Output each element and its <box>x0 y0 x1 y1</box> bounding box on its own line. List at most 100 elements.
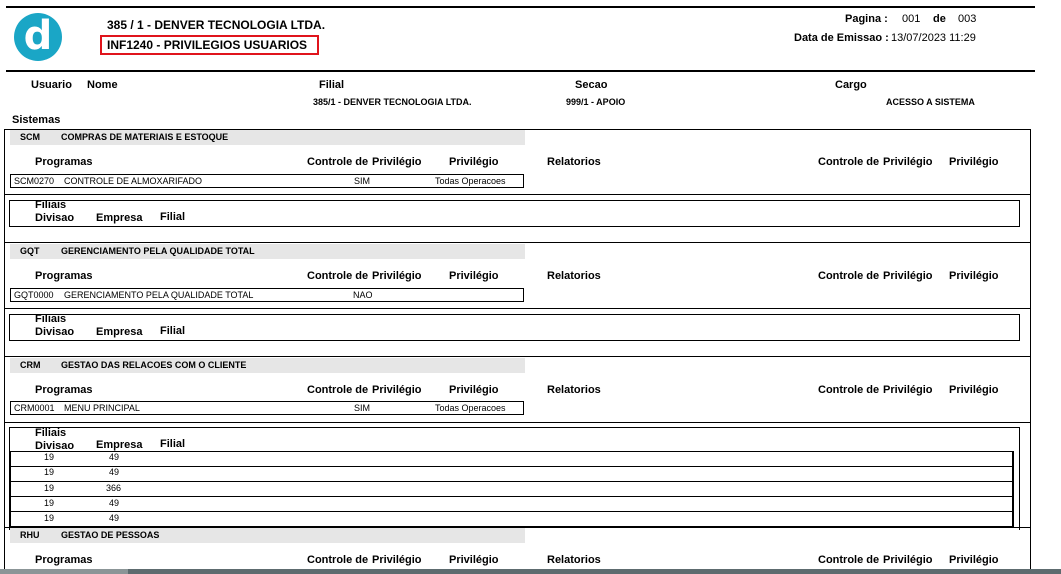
privilegio-header: Privilégio <box>883 270 933 282</box>
system-rule <box>4 242 1031 243</box>
filial-divisao: 19 <box>44 513 55 523</box>
emissao-label: Data de Emissao : <box>794 32 889 44</box>
report-title: INF1240 - PRIVILEGIOS USUARIOS <box>107 38 308 52</box>
programas-header: Programas <box>35 554 93 566</box>
privilegio-header: Privilégio <box>449 270 499 282</box>
privilegio-header: Privilégio <box>372 156 422 168</box>
system-code: SCM <box>20 132 40 142</box>
controle-header: Controle de <box>307 156 369 168</box>
filiais-table-right <box>1013 451 1014 528</box>
section-rule <box>4 194 1031 195</box>
divisao-label: Divisao <box>35 212 75 224</box>
system-right-edge <box>1030 129 1031 569</box>
filial-label: Filial <box>160 211 186 223</box>
controle-header: Controle de <box>307 384 369 396</box>
empresa-label: Empresa <box>96 326 143 338</box>
pagina-total: 003 <box>958 13 977 25</box>
system-name: COMPRAS DE MATERIAIS E ESTOQUE <box>61 132 229 142</box>
program-controle: SIM <box>354 403 371 413</box>
filial-row <box>10 452 1013 467</box>
programas-header: Programas <box>35 270 93 282</box>
col-cargo: Cargo <box>835 79 867 91</box>
program-code: CRM0001 <box>14 403 55 413</box>
logo-letter: d <box>23 13 53 59</box>
controle-header: Controle de <box>818 384 880 396</box>
system-rule <box>4 356 1031 357</box>
filiais-label: Filiais <box>35 199 67 211</box>
program-controle: SIM <box>354 176 371 186</box>
user-secao: 999/1 - APOIO <box>566 97 626 107</box>
system-name: GESTAO DE PESSOAS <box>61 530 160 540</box>
emissao-value: 13/07/2023 11:29 <box>891 32 976 44</box>
pagina-label: Pagina : <box>845 13 888 25</box>
program-name: CONTROLE DE ALMOXARIFADO <box>64 176 203 186</box>
program-name: GERENCIAMENTO PELA QUALIDADE TOTAL <box>64 290 254 300</box>
filial-empresa: 49 <box>109 452 120 462</box>
relatorios-header: Relatorios <box>547 384 601 396</box>
system-code: RHU <box>20 530 40 540</box>
privilegio-header: Privilégio <box>949 270 999 282</box>
empresa-label: Empresa <box>96 212 143 224</box>
filial-row <box>10 512 1013 527</box>
filial-empresa: 49 <box>109 467 120 477</box>
col-nome: Nome <box>87 79 118 91</box>
filial-empresa: 49 <box>109 498 120 508</box>
section-rule <box>4 308 1031 309</box>
privilegio-header: Privilégio <box>372 384 422 396</box>
filiais-label: Filiais <box>35 427 67 439</box>
relatorios-header: Relatorios <box>547 156 601 168</box>
privilegio-header: Privilégio <box>449 554 499 566</box>
filial-divisao: 19 <box>44 498 55 508</box>
privilegio-header: Privilégio <box>949 156 999 168</box>
relatorios-header: Relatorios <box>547 554 601 566</box>
company-logo: d <box>14 13 62 61</box>
privilegio-header: Privilégio <box>449 156 499 168</box>
controle-header: Controle de <box>307 270 369 282</box>
filial-label: Filial <box>160 325 186 337</box>
programas-header: Programas <box>35 384 93 396</box>
col-usuario: Usuario <box>31 79 72 91</box>
filial-row <box>10 497 1013 512</box>
filial-row <box>10 482 1013 497</box>
programas-header: Programas <box>35 156 93 168</box>
controle-header: Controle de <box>818 270 880 282</box>
viewer-bottom-bar <box>0 569 1061 574</box>
controle-header: Controle de <box>818 156 880 168</box>
controle-header: Controle de <box>818 554 880 566</box>
filial-divisao: 19 <box>44 483 55 493</box>
program-privilegio: Todas Operacoes <box>435 403 506 413</box>
system-name: GESTAO DAS RELACOES COM O CLIENTE <box>61 360 247 370</box>
divisao-label: Divisao <box>35 326 75 338</box>
privilegio-header: Privilégio <box>949 384 999 396</box>
header-rule <box>6 70 1035 72</box>
user-cargo: ACESSO A SISTEMA <box>886 97 975 107</box>
system-name: GERENCIAMENTO PELA QUALIDADE TOTAL <box>61 246 255 256</box>
controle-header: Controle de <box>307 554 369 566</box>
top-rule <box>6 6 1035 8</box>
program-privilegio: Todas Operacoes <box>435 176 506 186</box>
filial-divisao: 19 <box>44 452 55 462</box>
filial-row <box>10 467 1013 482</box>
viewer-bottom-bar-segment <box>0 569 128 574</box>
privilegio-header: Privilégio <box>372 270 422 282</box>
pagina-num: 001 <box>902 13 921 25</box>
privilegio-header: Privilégio <box>372 554 422 566</box>
user-filial: 385/1 - DENVER TECNOLOGIA LTDA. <box>313 97 472 107</box>
filial-divisao: 19 <box>44 467 55 477</box>
system-code: CRM <box>20 360 41 370</box>
col-secao: Secao <box>575 79 608 91</box>
program-controle: NAO <box>353 290 373 300</box>
privilegio-header: Privilégio <box>883 554 933 566</box>
col-filial: Filial <box>319 79 345 91</box>
program-code: SCM0270 <box>14 176 55 186</box>
privilegio-header: Privilégio <box>949 554 999 566</box>
system-left-edge <box>4 129 5 569</box>
relatorios-header: Relatorios <box>547 270 601 282</box>
company-title: 385 / 1 - DENVER TECNOLOGIA LTDA. <box>107 18 326 32</box>
system-code: GQT <box>20 246 40 256</box>
program-name: MENU PRINCIPAL <box>64 403 140 413</box>
empresa-label: Empresa <box>96 439 143 451</box>
filiais-label: Filiais <box>35 313 67 325</box>
filial-empresa: 49 <box>109 513 120 523</box>
sistemas-label: Sistemas <box>12 114 61 126</box>
